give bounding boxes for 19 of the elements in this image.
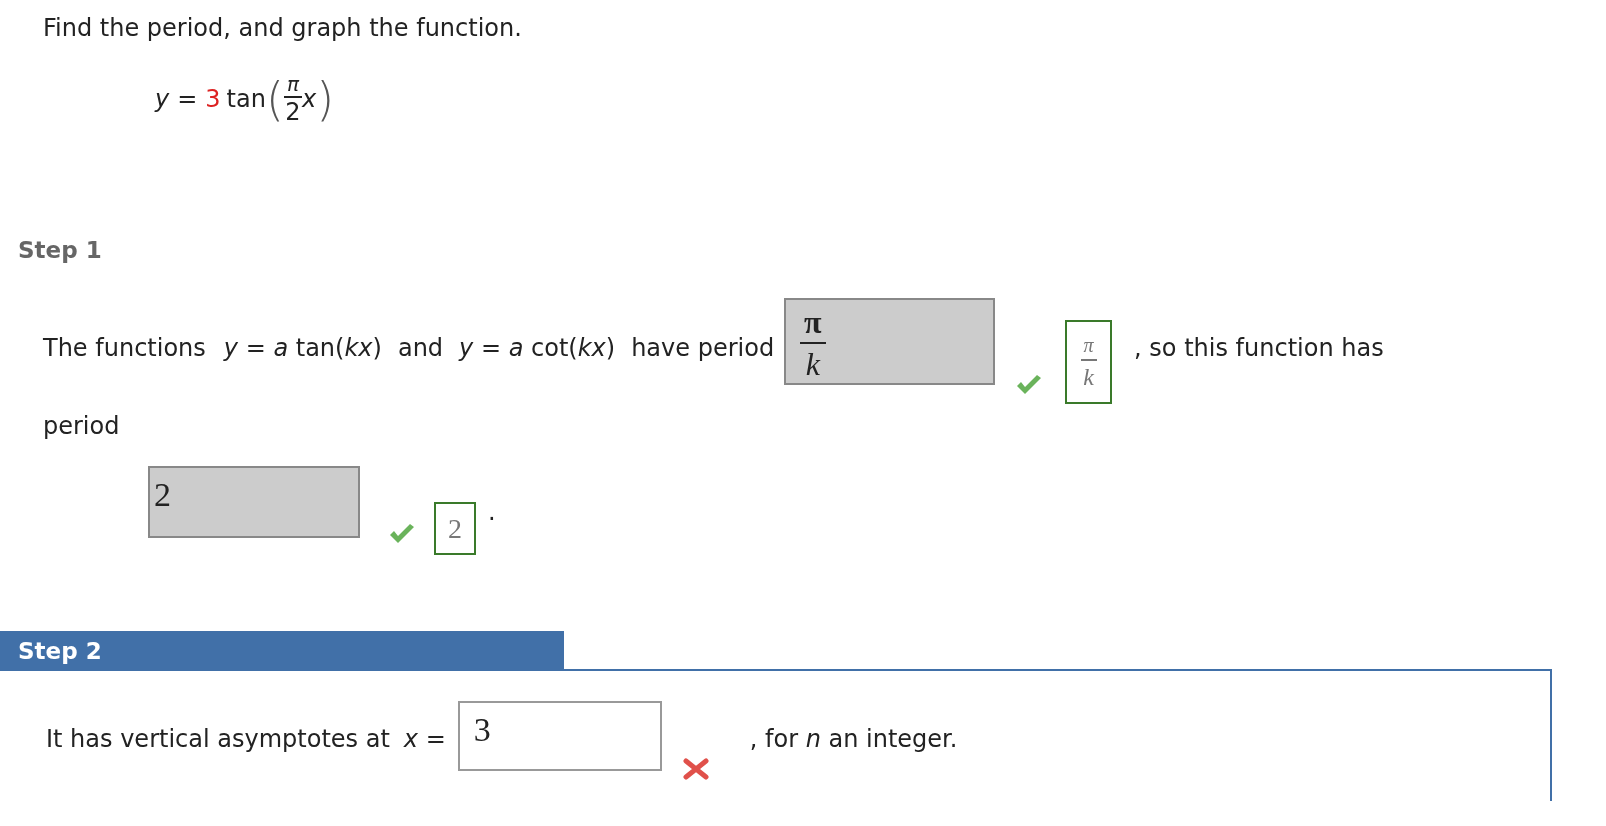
- open-parenthesis: (: [265, 76, 284, 122]
- period-text: .: [488, 497, 496, 528]
- close-parenthesis: ): [316, 76, 335, 122]
- solution-box: π k: [1065, 320, 1113, 404]
- math-expression: x =: [403, 724, 446, 755]
- solution-box: 2: [434, 502, 476, 555]
- math-expression: y = a tan(kx): [223, 333, 382, 364]
- sentence-text: , so this function has: [1134, 333, 1384, 364]
- sentence-text: period: [42, 411, 121, 442]
- answer-field[interactable]: 3: [457, 701, 662, 771]
- sentence-text: and: [397, 333, 444, 364]
- sentence-text: The functions: [43, 333, 206, 364]
- prompt-text: Find the period, and graph the function.: [42, 13, 523, 44]
- step-title: Step 1: [17, 235, 103, 265]
- sentence-text: have period: [631, 333, 775, 364]
- sentence-text: It has vertical asymptotes at: [46, 724, 390, 755]
- step-header: Step 2: [0, 631, 564, 671]
- math-expression: y = a cot(kx): [459, 333, 616, 364]
- sentence-text: , for n an integer.: [749, 724, 958, 755]
